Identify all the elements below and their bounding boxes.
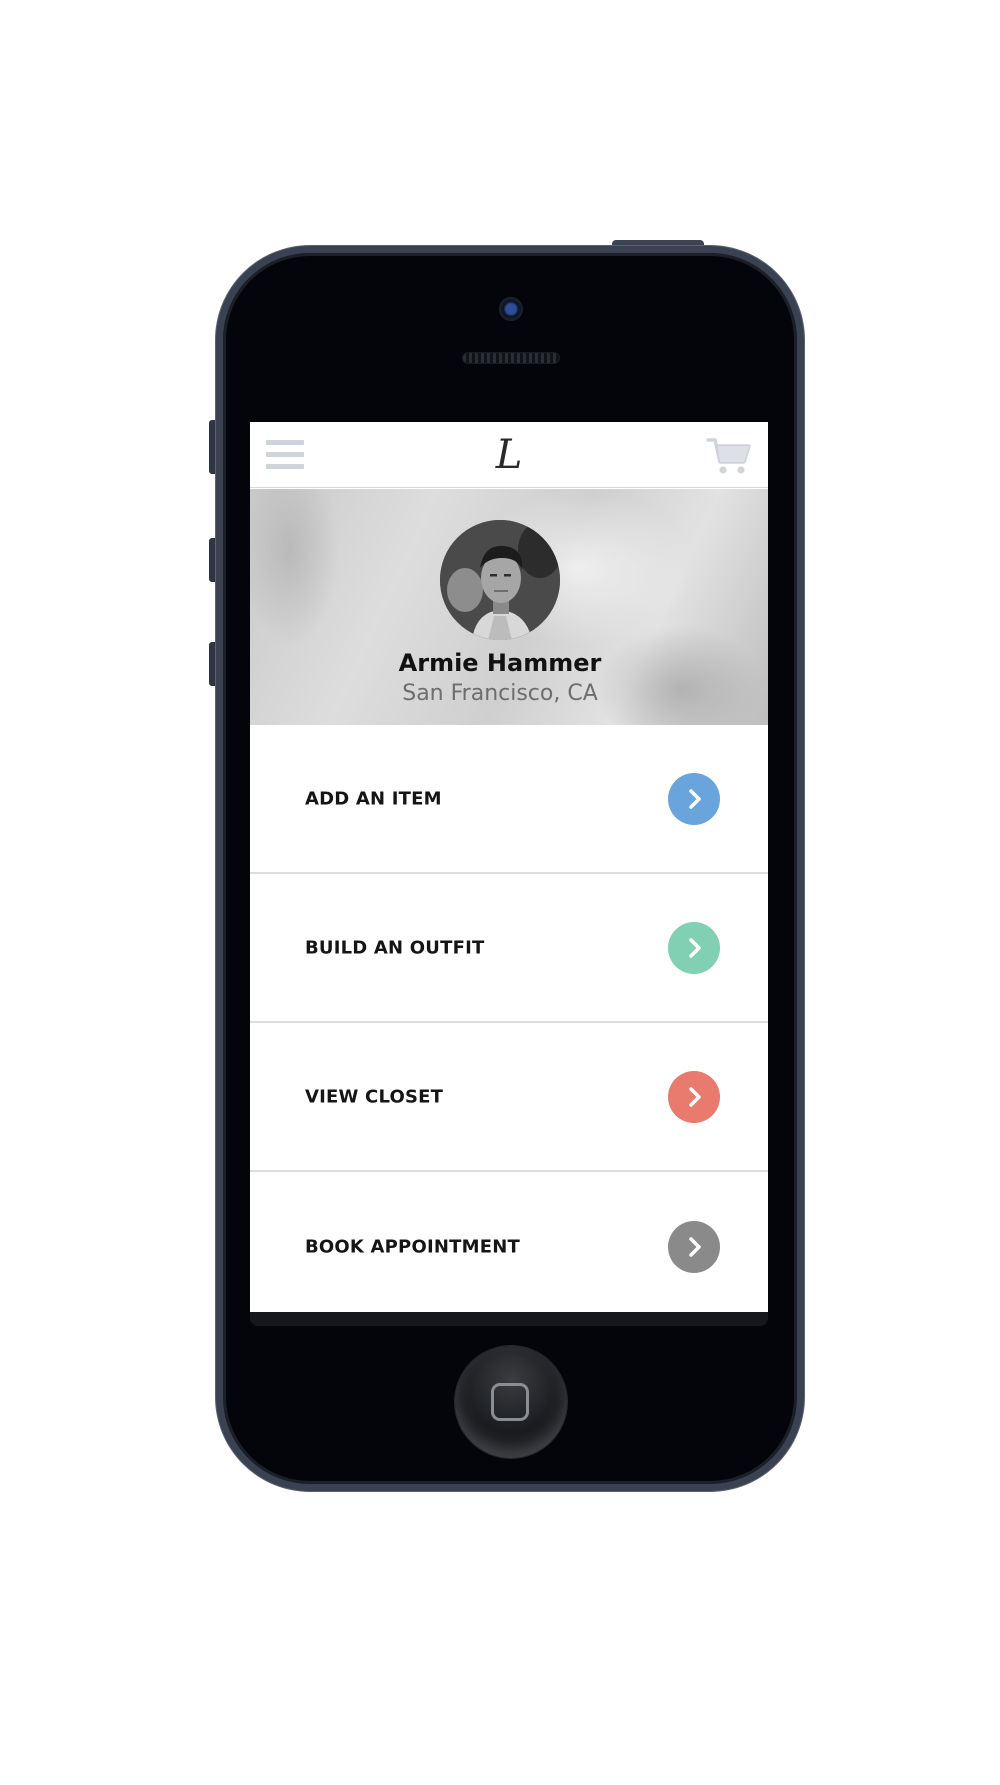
menu-bar <box>266 452 304 457</box>
top-navigation-bar: L <box>250 422 768 488</box>
chevron-right-icon[interactable] <box>668 1070 720 1123</box>
home-button-icon <box>491 1383 529 1421</box>
menu-item-build-an-outfit[interactable]: BUILD AN OUTFIT <box>250 874 768 1023</box>
menu-item-add-an-item[interactable]: ADD AN ITEM <box>250 725 768 874</box>
front-camera <box>499 297 523 321</box>
page: L Armie Hammer San Francisco, CA ADD AN … <box>0 0 1000 1785</box>
screen-bottom-edge <box>250 1312 768 1326</box>
hamburger-menu-icon[interactable] <box>266 440 306 470</box>
shopping-cart-icon[interactable] <box>706 436 752 476</box>
profile-name: Armie Hammer <box>398 649 602 677</box>
earpiece-speaker <box>462 352 560 364</box>
profile-location: San Francisco, CA <box>402 681 598 706</box>
chevron-right-icon[interactable] <box>668 772 720 825</box>
action-menu: ADD AN ITEM BUILD AN OUTFIT VIEW CLOSET … <box>250 725 768 1312</box>
app-screen: L Armie Hammer San Francisco, CA ADD AN … <box>250 422 768 1312</box>
menu-item-label: BUILD AN OUTFIT <box>305 937 485 958</box>
chevron-right-icon[interactable] <box>668 1220 720 1273</box>
menu-bar <box>266 440 304 445</box>
menu-item-label: BOOK APPOINTMENT <box>305 1236 520 1257</box>
menu-bar <box>266 464 304 469</box>
menu-item-label: VIEW CLOSET <box>305 1086 444 1107</box>
avatar[interactable] <box>440 520 560 640</box>
app-logo: L <box>495 432 523 478</box>
menu-item-label: ADD AN ITEM <box>305 788 442 809</box>
profile-header: Armie Hammer San Francisco, CA <box>250 489 768 725</box>
menu-item-book-appointment[interactable]: BOOK APPOINTMENT <box>250 1172 768 1312</box>
menu-item-view-closet[interactable]: VIEW CLOSET <box>250 1023 768 1172</box>
chevron-right-icon[interactable] <box>668 921 720 974</box>
